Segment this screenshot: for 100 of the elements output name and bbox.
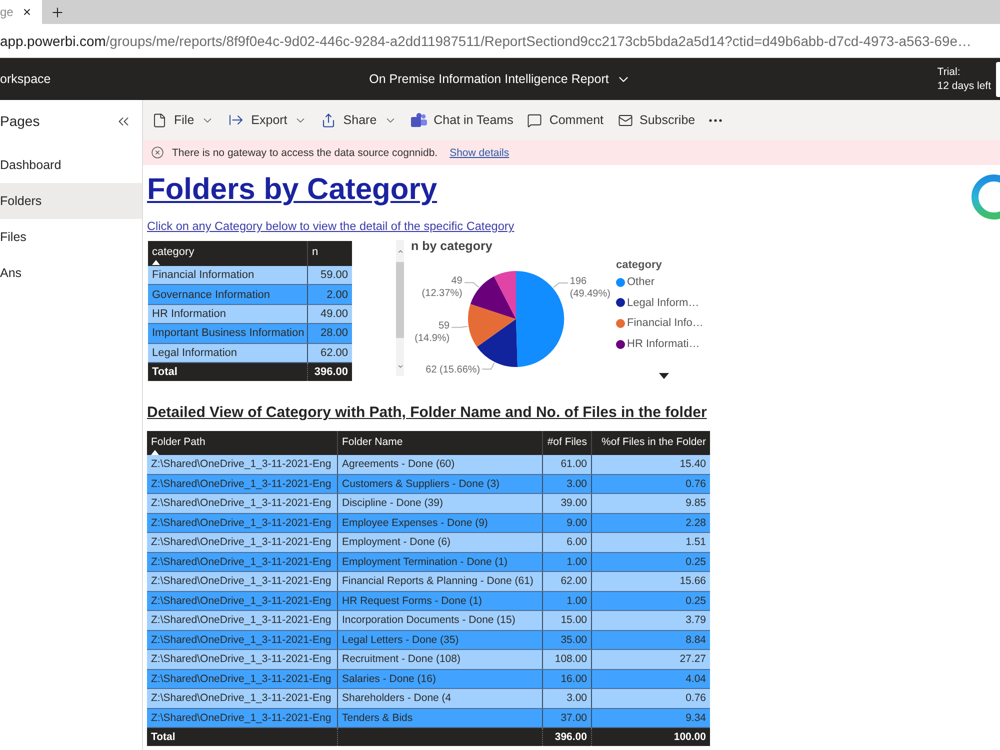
chevron-up-icon[interactable]	[396, 248, 404, 255]
table-row[interactable]: Z:\Shared\OneDrive_1_3-11-2021-Eng Employment Termination - Done (1) 1.00 0.25	[147, 552, 710, 572]
legend-label[interactable]: Other	[627, 276, 655, 288]
comment-button[interactable]: Comment	[520, 100, 611, 140]
pie-slice[interactable]	[470, 276, 516, 319]
table-row[interactable]: Governance Information 2.00	[148, 285, 352, 305]
table-cell: Important Business Information	[148, 324, 308, 343]
speech-bubble-icon	[527, 112, 542, 128]
table-cell-text: 0.25	[684, 554, 707, 570]
leader-line	[451, 326, 468, 328]
scrollbar-thumb[interactable]	[396, 262, 404, 338]
table-cell: Financial Reports & Planning - Done (61)	[338, 572, 543, 590]
page-tab[interactable]: Folders	[0, 183, 142, 219]
table-row[interactable]: Z:\Shared\OneDrive_1_3-11-2021-Eng Financial Reports & Planning - Done (61) 62.00 15.66	[147, 572, 710, 592]
table-cell: Shareholders - Done (4	[338, 689, 543, 708]
ring-logo-icon	[970, 173, 1000, 221]
table-row[interactable]: Z:\Shared\OneDrive_1_3-11-2021-Eng Employee Expenses - Done (9) 9.00 2.28	[147, 514, 710, 533]
table-cell: 3.00	[543, 689, 592, 708]
table-cell-text: 62.00	[319, 346, 349, 361]
trial-status: Trial: 12 days left	[937, 65, 991, 93]
table-row[interactable]: Z:\Shared\OneDrive_1_3-11-2021-Eng Recruitment - Done (108) 108.00 27.27	[147, 650, 710, 670]
table-cell-text: 9.85	[684, 496, 707, 512]
document-icon	[152, 112, 167, 128]
table-row[interactable]: Z:\Shared\OneDrive_1_3-11-2021-Eng Legal Letters - Done (35) 35.00 8.84	[147, 630, 710, 650]
table-cell-text: 3.79	[684, 613, 707, 628]
close-icon[interactable]	[22, 7, 32, 17]
table-row[interactable]: Legal Information 62.00	[148, 344, 352, 363]
report-title-button[interactable]: On Premise Information Intelligence Report	[369, 72, 631, 86]
table-cell: Employment - Done (6)	[338, 533, 543, 552]
table-cell-text: 1.51	[684, 535, 707, 550]
table-cell: Legal Letters - Done (35)	[338, 630, 543, 649]
plus-icon	[50, 4, 65, 20]
table-cell-text: 9.34	[684, 710, 707, 726]
table-row[interactable]: Z:\Shared\OneDrive_1_3-11-2021-Eng Salaries - Done (16) 16.00 4.04	[147, 670, 710, 689]
caret-down-icon[interactable]	[658, 373, 668, 380]
table-row[interactable]: Z:\Shared\OneDrive_1_3-11-2021-Eng HR Request Forms - Done (1) 1.00 0.25	[147, 592, 710, 611]
table-row[interactable]: Z:\Shared\OneDrive_1_3-11-2021-Eng Tenders & Bids 37.00 9.34	[147, 708, 710, 728]
table-cell: Z:\Shared\OneDrive_1_3-11-2021-Eng	[147, 689, 338, 708]
table-cell-text: 2.28	[684, 516, 707, 531]
workspace-link[interactable]: orkspace	[0, 72, 51, 86]
file-menu-button[interactable]: File	[145, 100, 222, 140]
table-cell: Tenders & Bids	[338, 708, 543, 727]
table-row[interactable]: Z:\Shared\OneDrive_1_3-11-2021-Eng Incorporation Documents - Done (15) 15.00 3.79	[147, 611, 710, 630]
column-header[interactable]: %of Files in the Folder	[592, 431, 710, 455]
table-row[interactable]: Important Business Information 28.00	[148, 324, 352, 344]
table-cell: Financial Information	[148, 266, 308, 284]
table-cell-text: 15.66	[678, 574, 707, 590]
table-row[interactable]: Z:\Shared\OneDrive_1_3-11-2021-Eng Customers & Suppliers - Done (3) 3.00 0.76	[147, 474, 710, 494]
legend-label[interactable]: Legal Inform…	[627, 296, 700, 309]
legend-label[interactable]: HR Informati…	[627, 338, 700, 350]
table-cell-text: 8.84	[684, 632, 707, 648]
table-cell: Employment Termination - Done (1)	[338, 552, 543, 571]
share-icon	[321, 112, 336, 128]
share-menu-button[interactable]: Share	[314, 100, 404, 140]
column-header[interactable]: n	[308, 241, 352, 266]
table-cell: 6.00	[543, 533, 592, 552]
page-tab[interactable]: Dashboard	[0, 147, 142, 183]
table-cell: Recruitment - Done (108)	[338, 650, 543, 668]
report-title: Folders by Category	[147, 172, 438, 208]
table-cell: Z:\Shared\OneDrive_1_3-11-2021-Eng	[147, 552, 338, 571]
table-cell: Z:\Shared\OneDrive_1_3-11-2021-Eng	[147, 611, 338, 630]
table-row[interactable]: Z:\Shared\OneDrive_1_3-11-2021-Eng Agreements - Done (60) 61.00 15.40	[147, 455, 710, 474]
table-cell-text: 15.40	[678, 457, 707, 472]
leader-line	[553, 282, 568, 288]
pie-slice[interactable]	[468, 304, 516, 347]
envelope-icon	[618, 112, 633, 128]
legend-label[interactable]: Financial Info…	[627, 317, 704, 330]
table-cell: Z:\Shared\OneDrive_1_3-11-2021-Eng	[147, 630, 338, 649]
leader-line	[464, 282, 480, 288]
scrollbar[interactable]	[396, 240, 404, 376]
table-cell: Legal Information	[148, 344, 308, 362]
table-cell: Z:\Shared\OneDrive_1_3-11-2021-Eng	[147, 514, 338, 532]
total-cell-text: 100.00	[672, 730, 707, 745]
chat-button[interactable]: Chat in Teams	[404, 100, 520, 140]
instruction-text: Click on any Category below to view the detail of the specific Category	[147, 219, 516, 233]
table-row[interactable]: HR Information 49.00	[148, 304, 352, 324]
chevron-down-icon[interactable]	[396, 363, 404, 370]
table-cell: 39.00	[543, 494, 592, 512]
table-cell: Customers & Suppliers - Done (3)	[338, 474, 543, 493]
pie-slice[interactable]	[476, 319, 518, 367]
leader-line	[482, 362, 495, 370]
table-row[interactable]: Z:\Shared\OneDrive_1_3-11-2021-Eng Employment - Done (6) 6.00 1.51	[147, 533, 710, 552]
chart-title: n by category	[411, 238, 494, 254]
subscribe-button[interactable]: Subscribe	[610, 100, 702, 140]
table-cell: Governance Information	[148, 285, 308, 304]
table-row[interactable]: Z:\Shared\OneDrive_1_3-11-2021-Eng Discipline - Done (39) 39.00 9.85	[147, 494, 710, 514]
page-tab[interactable]: Ans	[0, 255, 142, 291]
table-cell-text: 27.27	[678, 652, 707, 668]
show-details-link[interactable]: Show details	[450, 146, 510, 158]
table-cell: Z:\Shared\OneDrive_1_3-11-2021-Eng	[147, 670, 338, 688]
table-row[interactable]: Z:\Shared\OneDrive_1_3-11-2021-Eng Shareholders - Done (4 3.00 0.76	[147, 689, 710, 708]
table-row[interactable]: Financial Information 59.00	[148, 266, 352, 286]
page-tab[interactable]: Files	[0, 219, 142, 255]
button-edge[interactable]	[996, 62, 1000, 96]
export-menu-button[interactable]: Export	[221, 100, 314, 140]
table-cell: 1.00	[543, 592, 592, 610]
pages-heading: Pages	[0, 113, 40, 129]
data-label: 59 (14.9%)	[414, 320, 450, 344]
pie-slice[interactable]	[494, 271, 516, 319]
table-cell: 15.00	[543, 611, 592, 630]
